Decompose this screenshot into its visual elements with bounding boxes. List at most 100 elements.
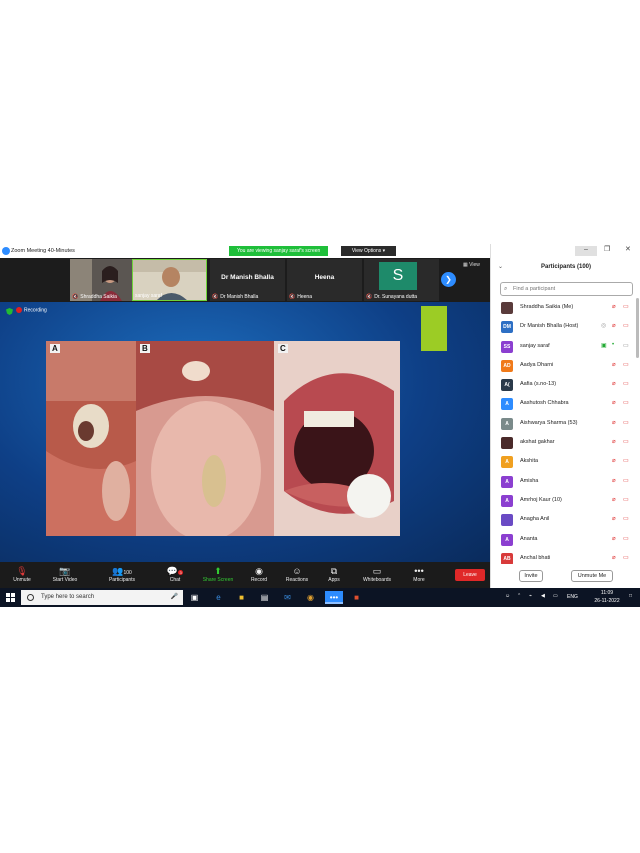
participant-name: Aashutosh Chhabra [520,400,569,407]
video-off-icon: ▭ [623,323,629,330]
avatar: SS [501,340,513,353]
start-video-button[interactable]: 📷 Start Video [48,565,82,583]
window-controls: – ❐ ✕ [491,244,640,258]
security-shield-icon [6,308,13,315]
participant-row[interactable]: akshat gakhar ⌀ ▭ [491,433,637,452]
participant-row[interactable]: DM Dr Manish Bhalla (Host) ◎ ⌀ ▭ [491,317,637,336]
participants-button[interactable]: 👥100 Participants [105,565,139,583]
participant-row[interactable]: A Aashutosh Chhabra ⌀ ▭ [491,394,637,413]
participant-row[interactable]: A Akshita ⌀ ▭ [491,452,637,471]
windows-start-icon[interactable] [6,593,15,602]
zoom-taskbar-icon[interactable]: ••• [325,591,343,604]
microphone-icon: 🎤 [170,594,178,600]
participant-name: akshat gakhar [520,439,555,446]
chevron-down-icon[interactable]: ⌄ [498,260,503,274]
battery-icon[interactable]: ▭ [553,593,558,599]
notification-icon[interactable]: □ [629,593,632,599]
participant-row[interactable]: SS sanjay saraf ▣ • ▭ [491,337,637,356]
tile-name: Shraddha Saikia [80,294,117,300]
participant-row[interactable]: A Ananta ⌀ ▭ [491,530,637,549]
video-icon: ▭ [623,342,629,349]
tile-name: Dr Manish Bhalla [220,294,259,300]
video-tile[interactable]: Dr Manish Bhalla 🔇 Dr Manish Bhalla [210,259,285,301]
clock-date[interactable]: 26-11-2022 [588,598,626,604]
video-off-icon: ▭ [623,554,629,561]
edge-icon[interactable]: e [212,591,225,604]
tile-big-name: Dr Manish Bhalla [221,274,274,281]
video-tile[interactable]: S 🔇 Dr. Sunayana dutta [364,259,439,301]
participants-panel: – ❐ ✕ ⌄ Participants (100) ⌕ Find a part… [490,244,640,588]
people-icon[interactable]: ☺ [505,593,510,599]
mic-muted-icon: ⌀ [612,458,616,465]
participant-row[interactable]: A Amrhoj Kaur (10) ⌀ ▭ [491,491,637,510]
view-options-button[interactable]: View Options ▾ [341,246,396,256]
invite-button[interactable]: Invite [519,570,543,582]
recording-icon [16,307,22,313]
chat-button[interactable]: 💬 3 Chat [164,565,186,583]
store-icon[interactable]: ▤ [258,591,271,604]
more-button[interactable]: ••• More [410,565,428,583]
reactions-button[interactable]: ☺ Reactions [283,565,311,583]
video-off-icon: ▭ [623,381,629,388]
slide-label: C [278,344,288,353]
whiteboard-icon: ▭ [372,566,382,576]
close-icon[interactable]: ✕ [625,245,631,253]
video-tile[interactable]: Heena 🔇 Heena [287,259,362,301]
video-off-icon: ▭ [623,477,629,484]
photo-b [136,341,274,536]
mic-muted-icon: ⌀ [612,554,616,561]
participant-row[interactable]: AB Anchal bhati ⌀ ▭ [491,549,637,564]
task-view-icon[interactable]: ▣ [188,591,201,604]
screen-share-icon: ▣ [601,342,607,349]
zoom-logo-icon [2,247,10,255]
mic-muted-icon: 🔇 [72,294,79,300]
video-tile-active[interactable]: sanjay saraf [132,259,207,301]
video-off-icon: ▭ [623,458,629,465]
tile-name: Heena [297,294,312,300]
record-button[interactable]: ◉ Record [247,565,271,583]
apps-button[interactable]: ⧉ Apps [324,565,344,583]
whiteboards-button[interactable]: ▭ Whiteboards [360,565,394,583]
recording-label: Recording [24,307,47,314]
restore-icon[interactable]: ❐ [604,245,610,253]
clock-time[interactable]: 11:09 [592,590,622,596]
share-screen-button[interactable]: ⬆ Share Screen [200,565,236,583]
mic-muted-icon: 🔇 [212,294,219,300]
participant-row[interactable]: A Aishwarya Sharma (53) ⌀ ▭ [491,414,637,433]
taskbar-search-input[interactable]: Type here to search 🎤 [21,590,183,605]
language-indicator[interactable]: ENG [567,594,578,600]
participant-search-input[interactable]: ⌕ Find a participant [500,282,633,296]
mic-muted-icon: ⌀ [612,304,616,310]
participant-row[interactable]: Anagha Anil ⌀ ▭ [491,510,637,529]
network-icon[interactable]: ⌁ [529,593,532,599]
avatar: A( [501,379,513,392]
minimize-icon[interactable]: – [575,246,597,256]
avatar [501,514,513,527]
participant-row[interactable]: A Amisha ⌀ ▭ [491,472,637,491]
chevron-up-icon[interactable]: ⌃ [517,593,521,599]
view-button[interactable]: ▦ View [463,262,480,268]
participants-title: Participants (100) [540,264,592,270]
share-screen-icon: ⬆ [214,566,222,576]
participant-name: Amrhoj Kaur (10) [520,496,562,503]
scrollbar[interactable] [636,298,639,358]
apps-icon: ⧉ [330,566,338,576]
file-explorer-icon[interactable]: ■ [235,591,248,604]
participant-row[interactable]: Shraddha Saikia (Me) ⌀ ▭ [491,298,637,317]
participant-row[interactable]: AD Aadya Dharni ⌀ ▭ [491,356,637,375]
participant-name: sanjay saraf [520,342,550,349]
participant-name: Amisha [520,477,539,484]
next-page-icon[interactable]: ❯ [441,272,456,287]
unmute-me-button[interactable]: Unmute Me [571,570,613,582]
participant-name: Akshita [520,458,539,465]
participant-name: Dr Manish Bhalla (Host) [520,323,579,330]
avatar: A [501,398,513,411]
participant-row[interactable]: A(Aafia (s.no-13) ⌀ ▭ [491,375,637,394]
volume-icon[interactable]: ◀ [541,593,545,599]
chrome-icon[interactable]: ◉ [304,591,317,604]
powerpoint-icon[interactable]: ■ [350,591,363,604]
unmute-button[interactable]: 🎙 Unmute [8,565,36,583]
slide-label: A [50,344,60,353]
leave-button[interactable]: Leave [455,569,485,581]
mail-icon[interactable]: ✉ [281,591,294,604]
